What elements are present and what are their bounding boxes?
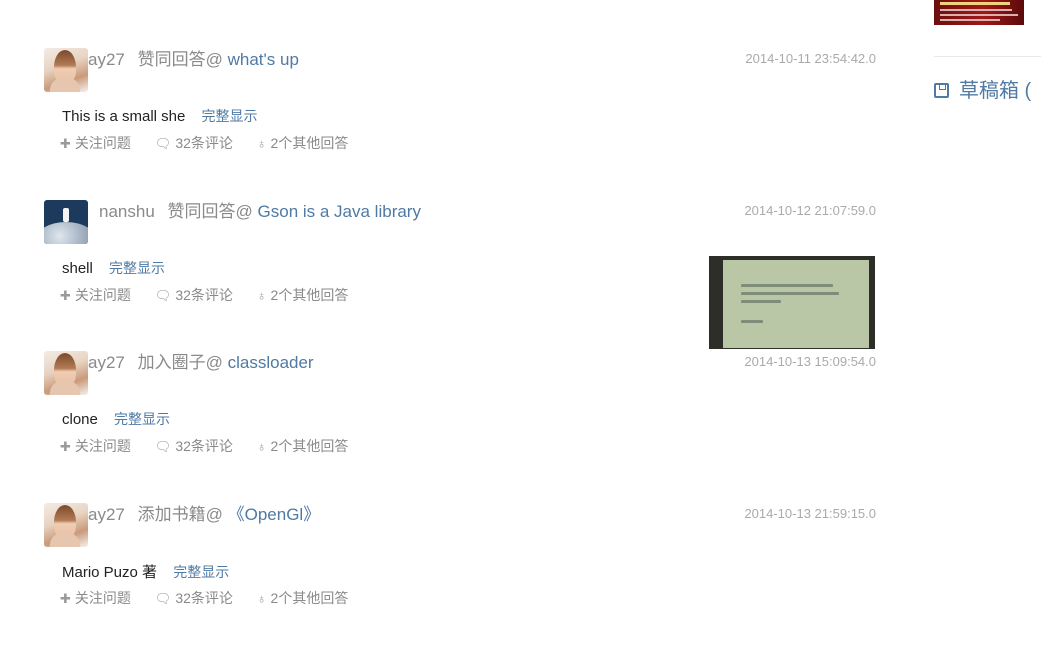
avatar[interactable] <box>44 503 88 547</box>
show-full-link[interactable]: 完整显示 <box>173 564 229 580</box>
show-full-link[interactable]: 完整显示 <box>202 108 258 124</box>
timestamp: 2014-10-11 23:54:42.0 <box>745 51 876 66</box>
comments-label: 32条评论 <box>175 438 233 454</box>
username-link[interactable]: ay27 <box>88 353 125 372</box>
show-full-link[interactable]: 完整显示 <box>114 411 170 427</box>
timestamp: 2014-10-13 21:59:15.0 <box>744 506 876 521</box>
drafts-label: 草稿箱 ( <box>959 80 1032 102</box>
other-answers-button[interactable]: ♁ 2个其他回答 <box>257 135 349 151</box>
comments-button[interactable]: 🗨 32条评论 <box>155 135 233 151</box>
follow-label: 关注问题 <box>74 287 131 303</box>
follow-label: 关注问题 <box>74 590 131 606</box>
content-snippet: shell 完整显示 <box>62 258 165 278</box>
other-answers-button[interactable]: ♁ 2个其他回答 <box>257 287 349 303</box>
target-link[interactable]: what's up <box>228 50 299 69</box>
follow-question-button[interactable]: ✚ 关注问题 <box>60 590 131 606</box>
other-answers-label: 2个其他回答 <box>270 135 349 151</box>
target-link[interactable]: Gson is a Java library <box>258 202 421 221</box>
username-link[interactable]: nanshu <box>99 202 155 221</box>
feed-item: ay27 加入圈子@ classloader 2014-10-13 15:09:… <box>44 351 876 501</box>
comments-label: 32条评论 <box>175 287 233 303</box>
lightbulb-icon: ♁ <box>256 136 267 151</box>
follow-label: 关注问题 <box>74 135 131 151</box>
lightbulb-icon: ♁ <box>256 591 267 606</box>
attachment-thumbnail[interactable] <box>709 256 875 349</box>
follow-question-button[interactable]: ✚ 关注问题 <box>60 135 131 151</box>
feed-item-header: ay27 添加书籍@ 《OpenGl》 <box>88 504 320 526</box>
comments-button[interactable]: 🗨 32条评论 <box>155 590 233 606</box>
other-answers-button[interactable]: ♁ 2个其他回答 <box>257 438 349 454</box>
save-icon <box>934 83 949 98</box>
avatar[interactable] <box>44 351 88 395</box>
other-answers-label: 2个其他回答 <box>270 438 349 454</box>
activity-feed: ay27 赞同回答@ what's up 2014-10-11 23:54:42… <box>0 0 900 659</box>
feed-item-header: nanshu 赞同回答@ Gson is a Java library <box>99 201 421 223</box>
action-text: 赞同回答@ <box>167 202 253 221</box>
follow-question-button[interactable]: ✚ 关注问题 <box>60 438 131 454</box>
comments-label: 32条评论 <box>175 590 233 606</box>
lightbulb-icon: ♁ <box>256 288 267 303</box>
drafts-link[interactable]: 草稿箱 ( <box>934 74 1031 103</box>
timestamp: 2014-10-12 21:07:59.0 <box>744 203 876 218</box>
show-full-link[interactable]: 完整显示 <box>109 260 165 276</box>
comments-label: 32条评论 <box>175 135 233 151</box>
avatar[interactable] <box>44 48 88 92</box>
thumbnail-screen-image <box>723 260 869 348</box>
comments-button[interactable]: 🗨 32条评论 <box>155 287 233 303</box>
feed-item: ay27 赞同回答@ what's up 2014-10-11 23:54:42… <box>44 48 876 198</box>
action-text: 赞同回答@ <box>137 50 223 69</box>
other-answers-label: 2个其他回答 <box>270 287 349 303</box>
username-link[interactable]: ay27 <box>88 50 125 69</box>
snippet-text: Mario Puzo 著 <box>62 564 158 581</box>
snippet-text: This is a small she <box>62 108 186 125</box>
target-link[interactable]: classloader <box>228 353 314 372</box>
plus-icon: ✚ <box>60 288 71 303</box>
timestamp: 2014-10-13 15:09:54.0 <box>744 354 876 369</box>
content-snippet: Mario Puzo 著 完整显示 <box>62 561 229 582</box>
avatar[interactable] <box>44 200 88 244</box>
action-text: 添加书籍@ <box>137 505 223 524</box>
plus-icon: ✚ <box>60 591 71 606</box>
comment-icon: 🗨 <box>154 288 172 303</box>
item-actions: ✚ 关注问题 🗨 32条评论 ♁ 2个其他回答 <box>60 436 368 456</box>
feed-item: ay27 添加书籍@ 《OpenGl》 2014-10-13 21:59:15.… <box>44 503 876 653</box>
comment-icon: 🗨 <box>154 136 172 151</box>
feed-item-header: ay27 赞同回答@ what's up <box>88 49 299 71</box>
feed-item-header: ay27 加入圈子@ classloader <box>88 352 314 374</box>
follow-question-button[interactable]: ✚ 关注问题 <box>60 287 131 303</box>
item-actions: ✚ 关注问题 🗨 32条评论 ♁ 2个其他回答 <box>60 285 368 305</box>
target-link[interactable]: 《OpenGl》 <box>228 505 321 524</box>
username-link[interactable]: ay27 <box>88 505 125 524</box>
sidebar-divider <box>934 56 1041 57</box>
comments-button[interactable]: 🗨 32条评论 <box>155 438 233 454</box>
lightbulb-icon: ♁ <box>256 439 267 454</box>
follow-label: 关注问题 <box>74 438 131 454</box>
comment-icon: 🗨 <box>154 591 172 606</box>
snippet-text: shell <box>62 260 93 277</box>
comment-icon: 🗨 <box>154 439 172 454</box>
item-actions: ✚ 关注问题 🗨 32条评论 ♁ 2个其他回答 <box>60 588 368 608</box>
snippet-text: clone <box>62 411 98 428</box>
content-snippet: clone 完整显示 <box>62 409 170 429</box>
sidebar-ad-banner[interactable] <box>934 0 1024 25</box>
content-snippet: This is a small she 完整显示 <box>62 106 258 126</box>
other-answers-button[interactable]: ♁ 2个其他回答 <box>257 590 349 606</box>
action-text: 加入圈子@ <box>137 353 223 372</box>
item-actions: ✚ 关注问题 🗨 32条评论 ♁ 2个其他回答 <box>60 133 368 153</box>
plus-icon: ✚ <box>60 439 71 454</box>
other-answers-label: 2个其他回答 <box>270 590 349 606</box>
plus-icon: ✚ <box>60 136 71 151</box>
